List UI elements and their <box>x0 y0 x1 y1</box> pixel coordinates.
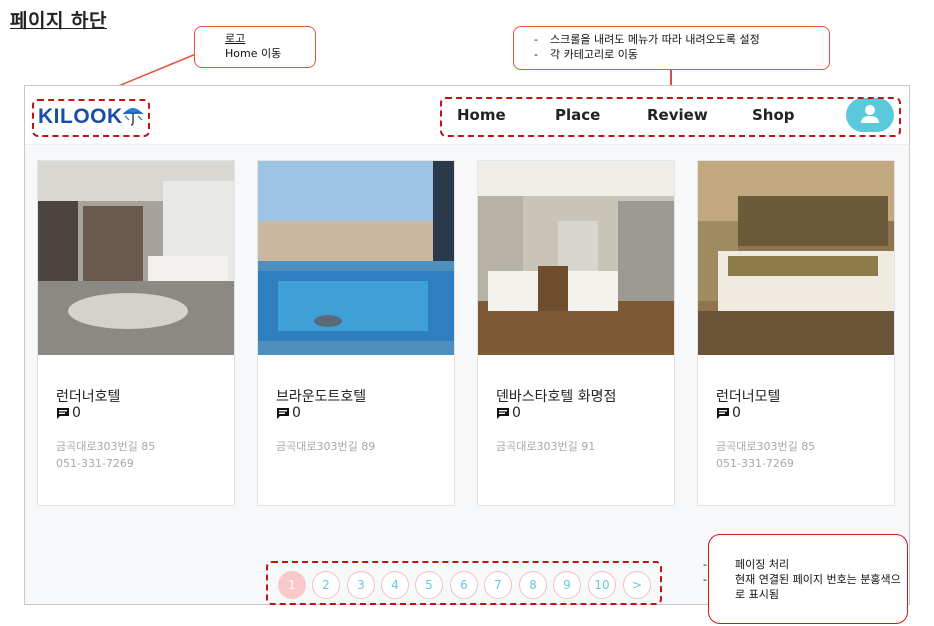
hotel-card[interactable]: 브라운도트호텔 0 금곡대로303번길 89 <box>257 160 455 506</box>
hotel-photo <box>698 161 894 355</box>
hotel-name[interactable]: 런더너호텔 <box>56 386 120 406</box>
hotel-name[interactable]: 브라운도트호텔 <box>276 386 366 406</box>
review-count-value: 0 <box>292 405 301 421</box>
review-count-value: 0 <box>72 405 81 421</box>
logo-annotation-title: 로고 <box>225 32 246 45</box>
review-count: 0 <box>716 405 741 421</box>
comment-icon <box>57 407 69 419</box>
hotel-photo <box>258 161 454 355</box>
review-count: 0 <box>276 405 301 421</box>
menu-annotation-item: 각 카테고리로 이동 <box>534 47 829 62</box>
comment-icon <box>497 407 509 419</box>
pagination-annotation: 페이징 처리 현재 연결된 페이지 번호는 분홍색으로 표시됨 <box>708 534 908 624</box>
review-count-value: 0 <box>732 405 741 421</box>
comment-icon <box>277 407 289 419</box>
pagination-highlight <box>266 561 662 605</box>
review-count-value: 0 <box>512 405 521 421</box>
logo-annotation: 로고 Home 이동 <box>194 26 316 68</box>
logo-highlight <box>32 99 150 137</box>
hotel-name[interactable]: 런더너모텔 <box>716 386 780 406</box>
review-count: 0 <box>496 405 521 421</box>
hotel-address: 금곡대로303번길 85 <box>56 440 156 453</box>
hotel-photo <box>478 161 674 355</box>
pagination-annotation-item: 페이징 처리 <box>719 557 907 572</box>
comment-icon <box>717 407 729 419</box>
hotel-card[interactable]: 런더너호텔 0 금곡대로303번길 85 051-331-7269 <box>37 160 235 506</box>
hotel-name[interactable]: 덴바스타호텔 화명점 <box>496 386 616 406</box>
menu-annotation-item: 스크롤을 내려도 메뉴가 따라 내려오도록 설정 <box>534 32 829 47</box>
hotel-address: 금곡대로303번길 89 <box>276 440 376 453</box>
hotel-address: 금곡대로303번길 85 <box>716 440 816 453</box>
hotel-phone: 051-331-7269 <box>716 457 794 470</box>
hotel-phone: 051-331-7269 <box>56 457 134 470</box>
pagination-annotation-item: 현재 연결된 페이지 번호는 분홍색으로 표시됨 <box>719 572 907 602</box>
hotel-card[interactable]: 덴바스타호텔 화명점 0 금곡대로303번길 91 <box>477 160 675 506</box>
menu-annotation: 스크롤을 내려도 메뉴가 따라 내려오도록 설정 각 카테고리로 이동 <box>513 26 830 70</box>
nav-highlight <box>440 97 901 137</box>
hotel-photo <box>38 161 234 355</box>
logo-annotation-text: Home 이동 <box>225 47 282 60</box>
review-count: 0 <box>56 405 81 421</box>
hotel-card[interactable]: 런더너모텔 0 금곡대로303번길 85 051-331-7269 <box>697 160 895 506</box>
hotel-address: 금곡대로303번길 91 <box>496 440 596 453</box>
